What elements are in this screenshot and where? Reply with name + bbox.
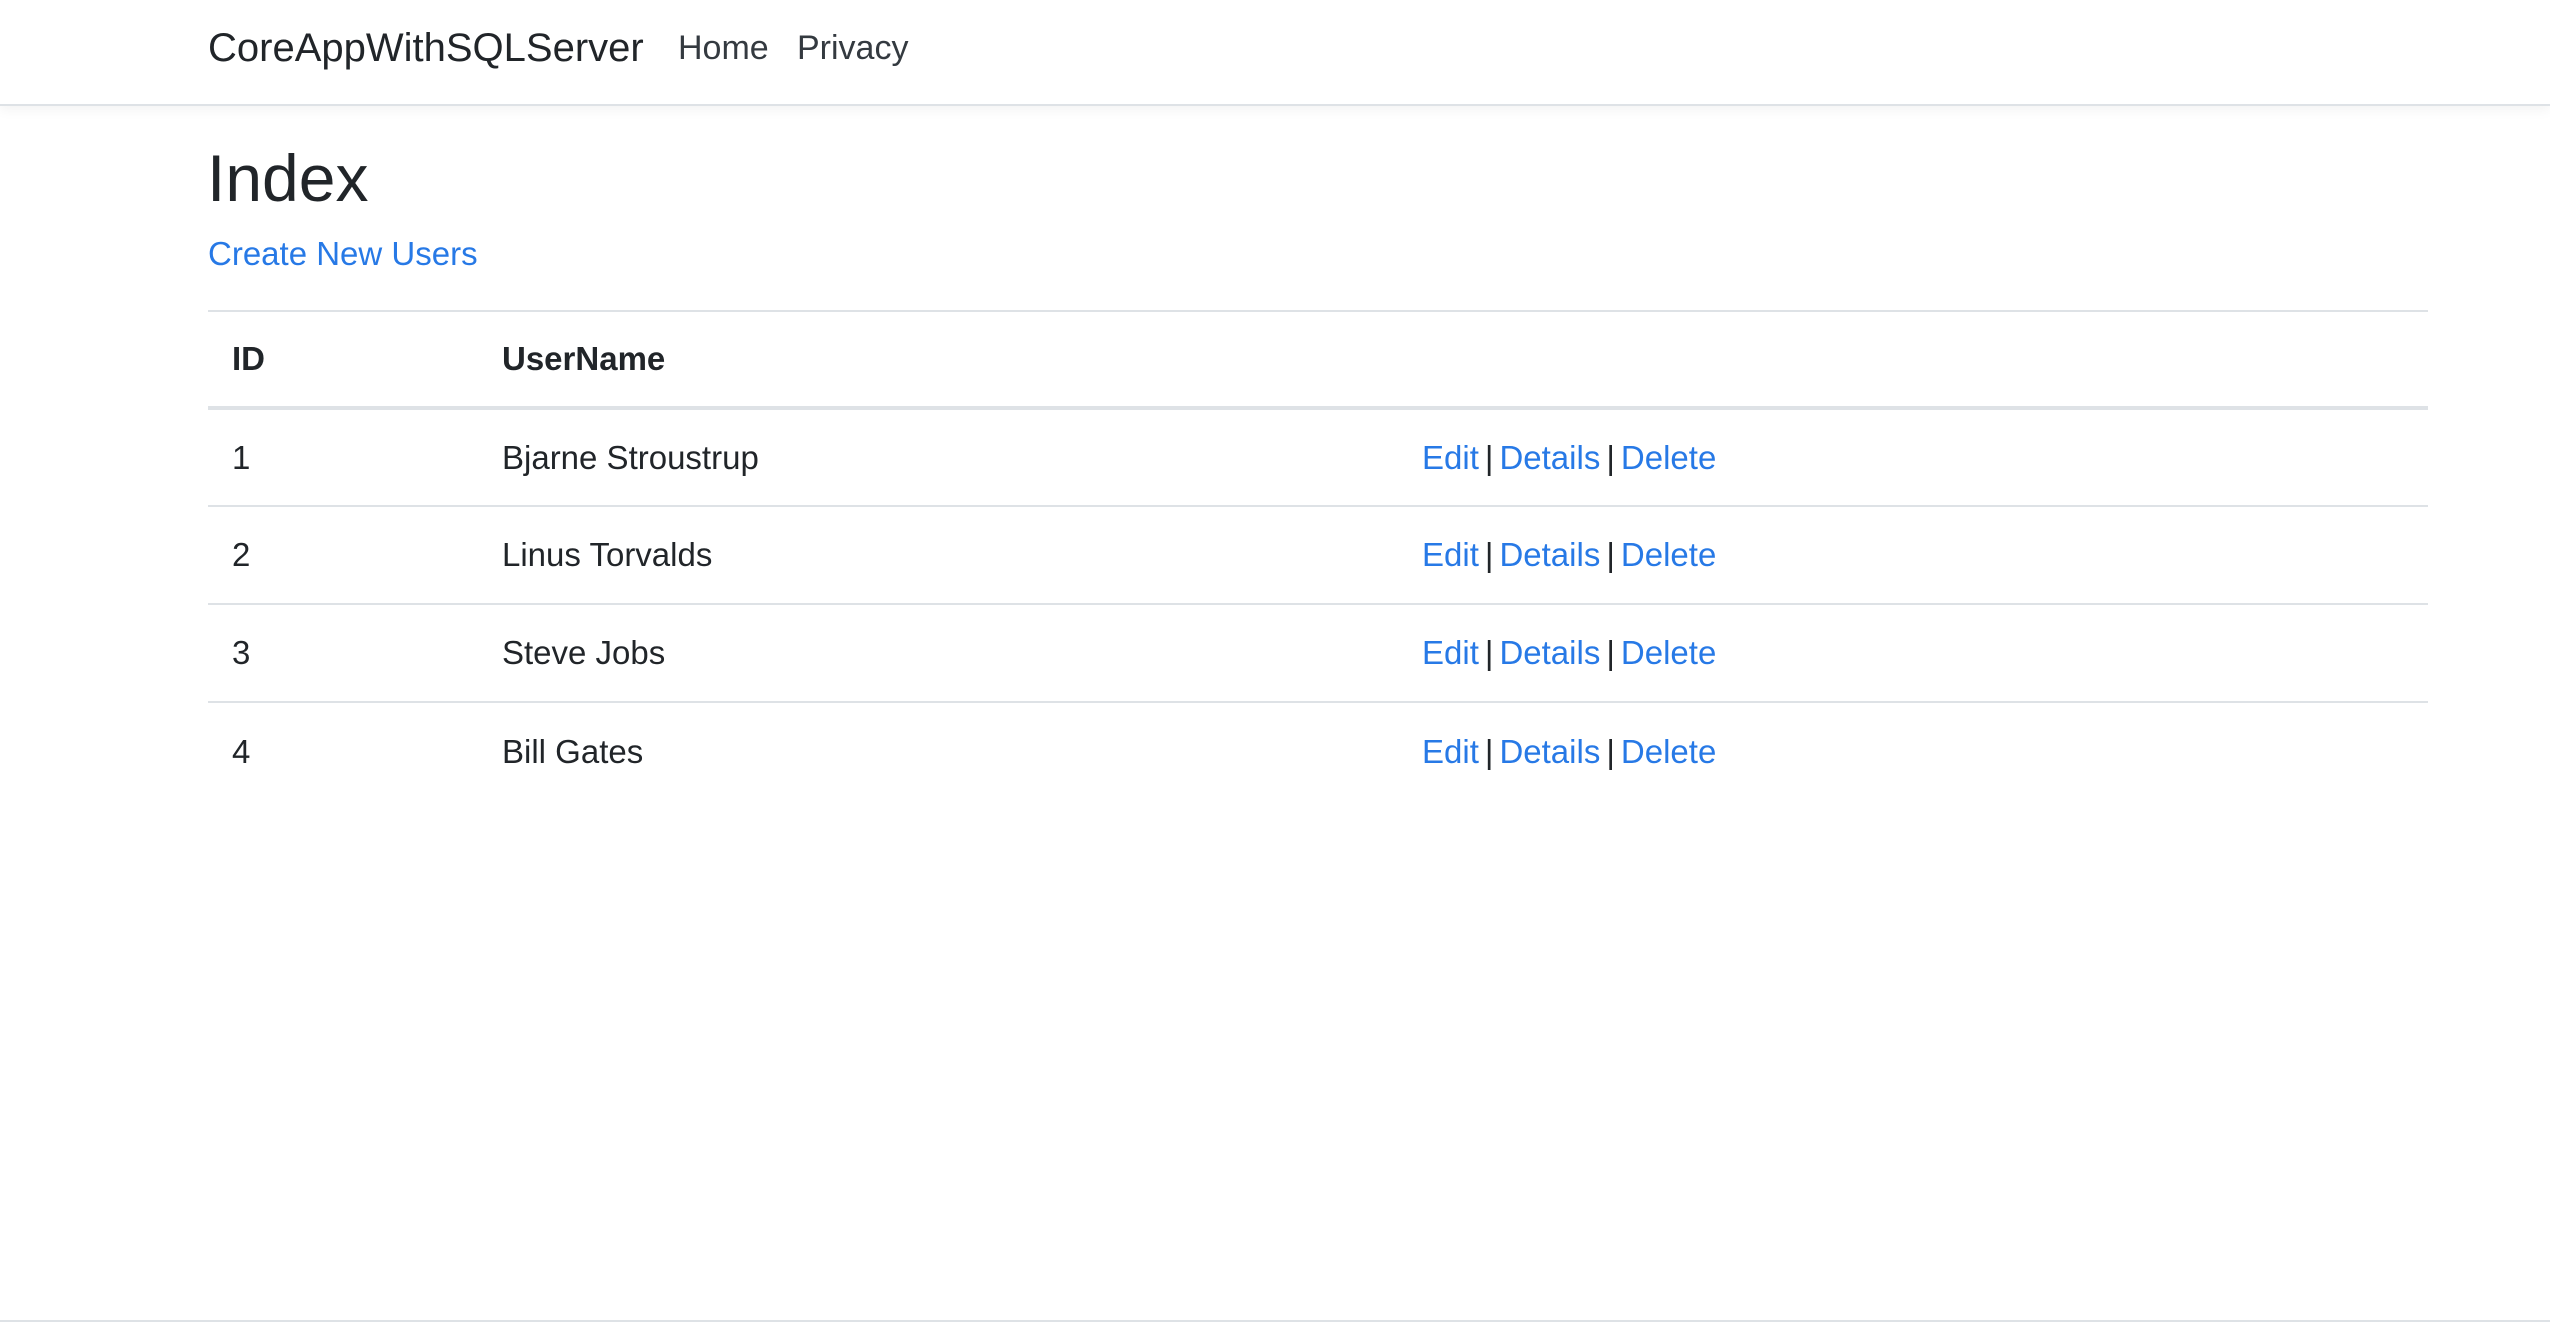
delete-link[interactable]: Delete bbox=[1621, 536, 1716, 573]
delete-link[interactable]: Delete bbox=[1621, 439, 1716, 476]
details-link[interactable]: Details bbox=[1499, 439, 1600, 476]
column-header-actions bbox=[1398, 311, 2428, 408]
edit-link[interactable]: Edit bbox=[1422, 634, 1479, 671]
table-header: ID UserName bbox=[208, 311, 2428, 408]
users-table: ID UserName 1 Bjarne Stroustrup Edit | Detai… bbox=[208, 310, 2428, 800]
action-separator: | bbox=[1606, 634, 1615, 671]
cell-actions: Edit | Details | Delete bbox=[1398, 506, 2428, 604]
cell-id: 2 bbox=[232, 536, 251, 573]
action-separator: | bbox=[1606, 438, 1615, 476]
cell-id: 4 bbox=[232, 732, 251, 770]
page-title: Index bbox=[207, 141, 369, 215]
cell-username: Steve Jobs bbox=[502, 634, 666, 671]
action-separator: | bbox=[1484, 634, 1494, 671]
action-separator: | bbox=[1484, 732, 1494, 770]
edit-link[interactable]: Edit bbox=[1422, 536, 1479, 573]
details-link[interactable]: Details bbox=[1499, 733, 1600, 770]
cell-id: 1 bbox=[232, 438, 251, 476]
edit-link[interactable]: Edit bbox=[1422, 733, 1479, 770]
nav-home-link[interactable]: Home bbox=[678, 25, 769, 71]
cell-actions: Edit | Details | Delete bbox=[1398, 702, 2428, 800]
cell-username: Bill Gates bbox=[502, 732, 644, 770]
cell-username: Bjarne Stroustrup bbox=[502, 438, 759, 476]
column-header-username: UserName bbox=[502, 340, 666, 377]
cell-id: 3 bbox=[232, 634, 251, 671]
column-header-id: ID bbox=[232, 340, 265, 377]
footer-divider bbox=[0, 1320, 2550, 1322]
table-header-row: ID UserName bbox=[208, 311, 2428, 408]
create-new-users-link[interactable]: Create New Users bbox=[208, 232, 478, 276]
delete-link[interactable]: Delete bbox=[1621, 634, 1716, 671]
details-link[interactable]: Details bbox=[1499, 634, 1600, 671]
table-row: 1 Bjarne Stroustrup Edit | Details | Delete bbox=[208, 408, 2428, 506]
action-separator: | bbox=[1606, 732, 1615, 770]
table-row: 3 Steve Jobs Edit | Details | Delete bbox=[208, 604, 2428, 702]
brand-link[interactable]: CoreAppWithSQLServer bbox=[208, 22, 644, 74]
details-link[interactable]: Details bbox=[1499, 536, 1600, 573]
table-body: 1 Bjarne Stroustrup Edit | Details | Delete 2 Li… bbox=[208, 408, 2428, 800]
table-row: 4 Bill Gates Edit | Details | Delete bbox=[208, 702, 2428, 800]
cell-actions: Edit | Details | Delete bbox=[1398, 604, 2428, 702]
action-separator: | bbox=[1484, 438, 1494, 476]
top-navbar: CoreAppWithSQLServer Home Privacy bbox=[0, 0, 2550, 106]
table-row: 2 Linus Torvalds Edit | Details | Delete bbox=[208, 506, 2428, 604]
nav-privacy-link[interactable]: Privacy bbox=[797, 25, 908, 71]
action-separator: | bbox=[1606, 536, 1615, 573]
cell-username: Linus Torvalds bbox=[502, 536, 713, 573]
cell-actions: Edit | Details | Delete bbox=[1398, 408, 2428, 506]
delete-link[interactable]: Delete bbox=[1621, 733, 1716, 770]
edit-link[interactable]: Edit bbox=[1422, 439, 1479, 476]
action-separator: | bbox=[1484, 536, 1494, 573]
